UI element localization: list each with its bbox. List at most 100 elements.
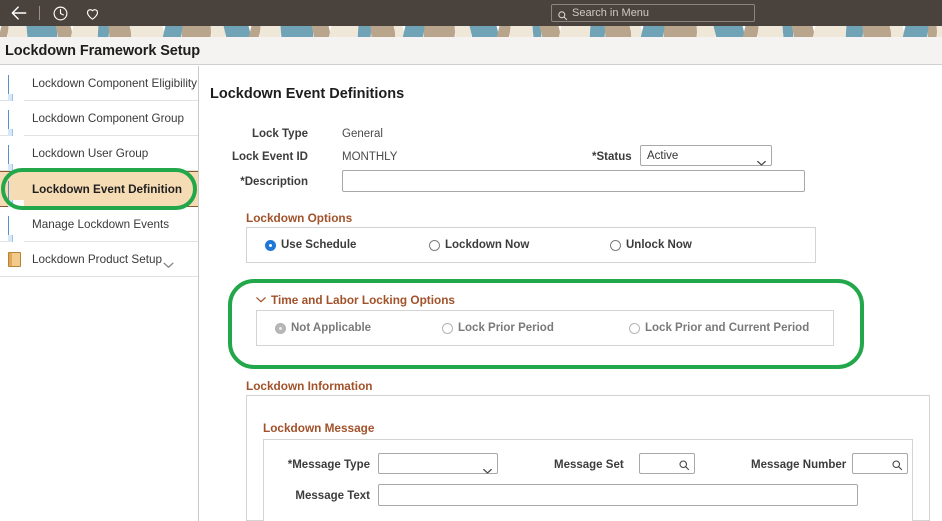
banner-tile <box>589 26 606 37</box>
radio-not-applicable-label: Not Applicable <box>291 322 372 334</box>
banner-tile <box>259 26 282 37</box>
search-input[interactable]: Search in Menu <box>551 4 755 22</box>
radio-lock-prior-period-control[interactable] <box>442 322 453 334</box>
status-dropdown-wrapper: ActiveInactive <box>640 145 772 166</box>
banner-tile <box>108 26 132 37</box>
window-icon <box>8 109 24 156</box>
lock-event-id-label: Lock Event ID <box>231 151 308 163</box>
lock-event-id-value: MONTHLY <box>342 151 398 163</box>
radio-unlock-now-label: Unlock Now <box>626 239 692 251</box>
radio-not-applicable[interactable]: Not Applicable <box>275 322 371 334</box>
banner-tile <box>357 26 372 37</box>
sidebar-item-manage-lockdown-events[interactable]: Manage Lockdown Events <box>0 207 198 262</box>
chevron-down-icon[interactable] <box>256 292 266 303</box>
banner-tile <box>604 26 632 37</box>
radio-lock-prior-period-label: Lock Prior Period <box>458 322 554 334</box>
lock-type-value: General <box>342 128 383 140</box>
sidebar-item-label: Lockdown Component Group <box>32 111 185 125</box>
radio-lockdown-now-control[interactable] <box>429 239 440 251</box>
window-icon <box>8 180 24 227</box>
radio-lockdown-now-label: Lockdown Now <box>445 239 530 251</box>
banner-tile <box>862 26 892 37</box>
magnifier-icon[interactable] <box>891 458 903 470</box>
radio-use-schedule-label: Use Schedule <box>281 239 357 251</box>
time-labor-title-row[interactable]: Time and Labor Locking Options <box>256 292 455 307</box>
page-title: Lockdown Framework Setup <box>5 42 200 59</box>
search-placeholder: Search in Menu <box>572 6 650 19</box>
sidebar-item-lockdown-product-setup[interactable]: Lockdown Product Setup <box>0 242 198 277</box>
topbar-icon-group <box>0 0 103 26</box>
description-label: *Description <box>240 176 308 188</box>
banner-tile <box>696 26 716 37</box>
message-text-input[interactable] <box>378 484 858 506</box>
radio-not-applicable-control[interactable] <box>275 322 286 334</box>
heart-icon[interactable] <box>81 2 103 24</box>
banner-tile <box>423 26 456 37</box>
sidebar-item-lockdown-component-eligibility[interactable]: Lockdown Component Eligibility <box>0 66 198 121</box>
message-text-label: Message Text <box>295 490 370 502</box>
radio-lockdown-now[interactable]: Lockdown Now <box>429 239 529 251</box>
topbar-divider <box>39 6 40 20</box>
radio-use-schedule[interactable]: Use Schedule <box>265 239 356 251</box>
time-labor-panel: Not Applicable Lock Prior Period Lock Pr… <box>256 310 834 346</box>
back-arrow-icon[interactable] <box>7 1 31 25</box>
magnifier-icon[interactable] <box>678 458 690 470</box>
lock-type-label: Lock Type <box>251 128 308 140</box>
message-set-label: Message Set <box>554 459 624 471</box>
sidebar-item-lockdown-component-group[interactable]: Lockdown Component Group <box>0 101 198 156</box>
sidebar-item-label: Lockdown User Group <box>32 146 149 160</box>
sidebar-item-lockdown-user-group[interactable]: Lockdown User Group <box>0 136 198 191</box>
banner-tile <box>128 26 167 37</box>
banner-tile <box>468 26 501 37</box>
banner-tile <box>757 26 784 37</box>
sidebar-navigation: Lockdown Component Eligibility Lockdown C… <box>0 66 199 521</box>
chevron-down-icon[interactable] <box>163 256 174 268</box>
banner-tile <box>509 26 534 37</box>
description-input[interactable] <box>342 170 805 192</box>
banner-tile <box>181 26 212 37</box>
banner-tile <box>712 26 747 37</box>
message-set-lookup <box>639 453 695 474</box>
lockdown-options-panel: Use Schedule Lockdown Now Unlock Now <box>246 227 816 263</box>
banner-tile <box>557 26 593 37</box>
lockdown-information-title: Lockdown Information <box>246 379 373 393</box>
lockdown-message-panel: *Message Type Message Set Message Number <box>263 439 913 521</box>
page-title-bar: Lockdown Framework Setup <box>0 37 942 65</box>
lockdown-message-title: Lockdown Message <box>263 421 375 435</box>
sidebar-item-label: Lockdown Product Setup <box>32 252 162 266</box>
radio-lock-prior-current-period-control[interactable] <box>629 322 640 334</box>
radio-unlock-now-control[interactable] <box>610 239 621 251</box>
banner-tile <box>370 26 396 37</box>
window-icon <box>8 74 24 121</box>
window-icon <box>8 144 24 191</box>
main-content: Lockdown Event Definitions Lock Type Gen… <box>200 66 942 521</box>
banner-tile <box>936 26 942 37</box>
banner-tile <box>280 26 314 37</box>
status-dropdown[interactable]: ActiveInactive <box>640 145 772 166</box>
radio-unlock-now[interactable]: Unlock Now <box>610 239 692 251</box>
message-type-dropdown-wrapper <box>378 453 498 474</box>
clock-icon[interactable] <box>49 2 71 24</box>
sidebar-item-label: Lockdown Component Eligibility <box>32 76 198 90</box>
message-type-dropdown[interactable] <box>378 453 498 474</box>
radio-lock-prior-current-period[interactable]: Lock Prior and Current Period <box>629 322 809 334</box>
message-type-label: *Message Type <box>287 459 370 471</box>
radio-use-schedule-control[interactable] <box>265 239 276 251</box>
banner-tile <box>845 26 864 37</box>
banner-tile <box>7 26 28 37</box>
sidebar-item-lockdown-event-definition[interactable]: Lockdown Event Definition <box>0 171 198 227</box>
banner-tile <box>401 26 427 37</box>
banner-tile <box>901 26 931 37</box>
lockdown-information-panel: Lockdown Message *Message Type Message S… <box>246 395 930 521</box>
sidebar-item-label: Lockdown Event Definition <box>32 182 182 196</box>
message-number-lookup <box>852 453 908 474</box>
banner-tile <box>663 26 698 37</box>
lockdown-options-title: Lockdown Options <box>246 211 353 225</box>
radio-lock-prior-period[interactable]: Lock Prior Period <box>442 322 554 334</box>
search-icon <box>557 8 568 20</box>
banner-tile <box>327 26 361 37</box>
banner-tile <box>222 26 253 37</box>
banner-tile <box>811 26 849 37</box>
banner-tile <box>639 26 667 37</box>
status-label: *Status <box>592 151 632 163</box>
